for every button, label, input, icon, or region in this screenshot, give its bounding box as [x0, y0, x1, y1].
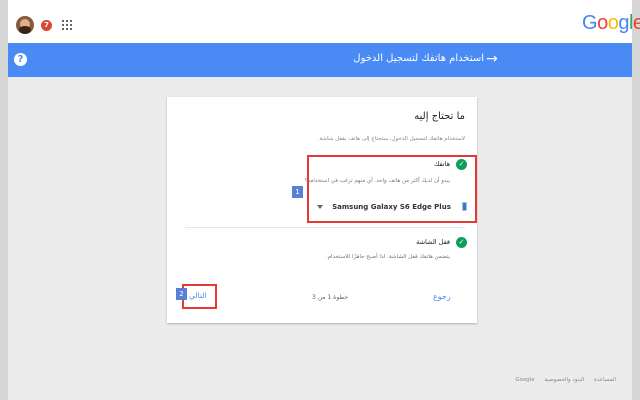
card-title: ما تحتاج إليه	[414, 111, 465, 122]
divider	[185, 227, 465, 228]
step-badge-2: 2	[176, 288, 187, 300]
back-button[interactable]: رجوع	[433, 292, 451, 301]
logo-letter: o	[597, 12, 608, 34]
requirements-card: ما تحتاج إليه لاستخدام هاتفك لتسجيل الدخ…	[167, 97, 477, 323]
step-badge-1: 1	[292, 186, 303, 198]
device-name[interactable]: Samsung Galaxy S6 Edge Plus	[332, 203, 451, 211]
back-arrow-icon[interactable]: →	[484, 50, 500, 68]
logo-letter: g	[618, 12, 629, 34]
title-bar: ? استخدام هاتفك لتسجيل الدخول →	[8, 43, 632, 77]
footer-link-google[interactable]: Google	[515, 377, 534, 383]
avatar-beard	[19, 26, 31, 34]
apps-grid-icon[interactable]	[62, 20, 72, 30]
card-description: لاستخدام هاتفك لتسجيل الدخول، ستحتاج إلى…	[317, 136, 465, 142]
lock-section-title: قفل الشاشة	[416, 238, 450, 246]
phone-icon	[461, 202, 467, 211]
check-icon: ✓	[456, 237, 467, 248]
next-button[interactable]: التالي	[189, 291, 206, 300]
footer-link-terms[interactable]: البنود والخصوصية	[544, 377, 584, 383]
phone-section-title: هاتفك	[434, 160, 450, 168]
top-header: 7 Google	[8, 0, 640, 43]
lock-section-description: يتضمن هاتفك قفل الشاشة. لذا أصبح جاهزًا …	[325, 254, 450, 260]
chevron-down-icon[interactable]	[317, 204, 323, 209]
page-frame: 7 Google ? استخدام هاتفك لتسجيل الدخول →…	[8, 0, 640, 400]
page-title: استخدام هاتفك لتسجيل الدخول	[353, 53, 484, 64]
check-icon: ✓	[456, 159, 467, 170]
logo-letter: G	[582, 12, 598, 34]
phone-section-description: يبدو أن لديك أكثر من هاتف واحد. أي منهم …	[304, 178, 450, 184]
help-icon[interactable]: ?	[14, 53, 27, 66]
notification-badge[interactable]: 7	[41, 20, 52, 31]
google-logo: Google	[582, 12, 640, 35]
avatar[interactable]	[16, 16, 34, 34]
step-indicator: خطوة 1 من 3	[312, 294, 349, 301]
footer: المساعدة البنود والخصوصية Google	[507, 377, 616, 383]
logo-letter: e	[632, 12, 640, 34]
logo-letter: o	[607, 12, 619, 34]
footer-link-help[interactable]: المساعدة	[594, 377, 616, 383]
device-selector[interactable]: Samsung Galaxy S6 Edge Plus	[317, 196, 467, 211]
